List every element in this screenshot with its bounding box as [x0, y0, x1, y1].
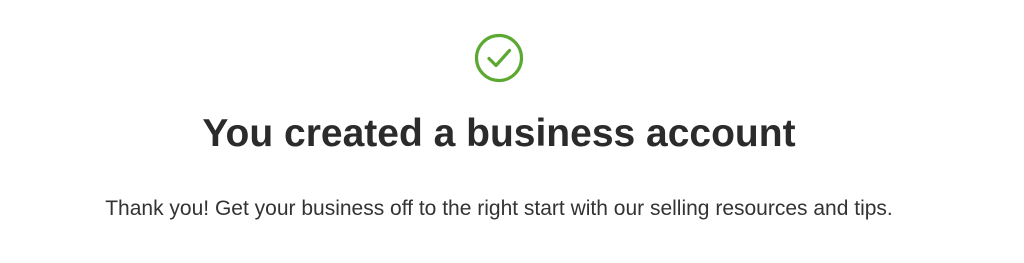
confirmation-message: Thank you! Get your business off to the …: [105, 197, 893, 220]
page-title: You created a business account: [202, 112, 796, 155]
confirmation-panel: You created a business account Thank you…: [0, 0, 1024, 263]
check-circle-icon: [474, 33, 524, 83]
